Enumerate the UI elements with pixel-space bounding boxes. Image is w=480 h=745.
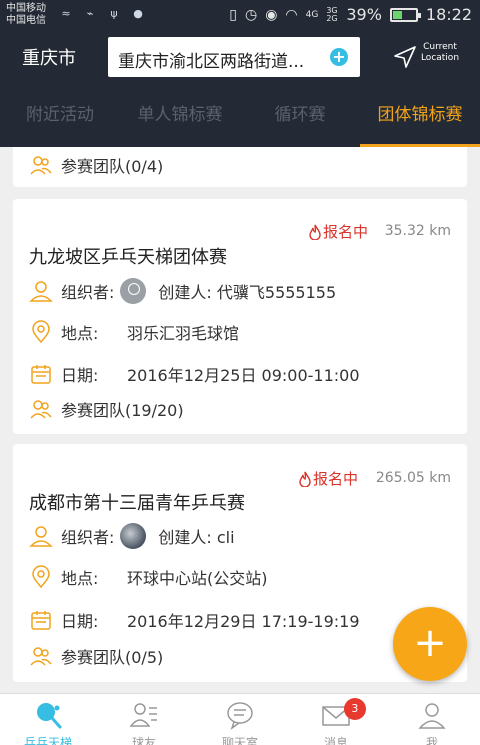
nav-label: 乒乓天梯: [23, 736, 72, 745]
calendar-icon: [31, 365, 51, 384]
current-location-label: Current Location: [420, 42, 460, 63]
event-card[interactable]: 报名中 35.32 km 九龙坡区乒乓天梯团体赛 组织者: 创建人: 代骥飞55…: [13, 199, 467, 434]
nav-label: 球友: [131, 736, 156, 745]
pingpong-icon: [37, 703, 62, 729]
place-value: 环球中心站(公交站): [127, 569, 268, 588]
app-notification-icon: ⌁: [86, 7, 94, 20]
vibrate-icon: ▯: [229, 6, 237, 23]
app-badge-icon: ●: [133, 7, 143, 20]
teams-row: 参赛团队(0/4): [29, 153, 163, 177]
event-title: 成都市第十三届青年乒乓赛: [29, 493, 245, 514]
place-value: 羽乐汇羽毛球馆: [127, 324, 240, 343]
bottom-navigation: 乒乓天梯 球友 聊天室 3 消息 我: [0, 693, 480, 745]
creator-name: 创建人: cli: [158, 528, 235, 547]
tab-round-robin[interactable]: 循环赛: [240, 84, 360, 147]
flame-icon: [299, 471, 311, 487]
tab-nearby-activities[interactable]: 附近活动: [0, 84, 120, 147]
location-pin-icon: [32, 320, 50, 344]
app-header: 重庆市 重庆市渝北区两路街道... + Current Location: [0, 30, 480, 84]
team-icon: [30, 400, 52, 419]
battery-percent: 39%: [346, 5, 382, 24]
address-text: 重庆市渝北区两路街道...: [118, 52, 305, 72]
flame-icon: [309, 224, 321, 240]
nav-me[interactable]: 我: [384, 694, 480, 745]
nav-label: 消息: [323, 736, 348, 745]
navigation-arrow-icon: [394, 46, 416, 68]
network-3g-label: 3G 2G: [326, 5, 338, 23]
teams-row: 参赛团队(19/20): [29, 397, 184, 421]
notification-icons: ≈ ⌁ ψ ●: [58, 6, 146, 22]
place-label: 地点:: [61, 324, 99, 343]
nav-friends[interactable]: 球友: [96, 694, 192, 745]
date-value: 2016年12月25日 09:00-11:00: [127, 366, 360, 385]
date-label: 日期:: [61, 612, 99, 631]
wifi-icon: ◠: [285, 6, 298, 23]
event-title: 九龙坡区乒乓天梯团体赛: [29, 247, 227, 268]
unread-badge: 3: [343, 698, 366, 720]
avatar: [120, 278, 147, 304]
date-row: 日期: 2016年12月25日 09:00-11:00: [29, 362, 449, 386]
create-event-button[interactable]: +: [393, 607, 467, 681]
alarm-icon: ◷: [244, 6, 258, 23]
network-4g-label: 4G: [305, 9, 319, 20]
place-row: 地点: 羽乐汇羽毛球馆: [29, 320, 449, 344]
tab-single-championship[interactable]: 单人锦标赛: [120, 84, 240, 147]
friends-icon: [129, 703, 157, 727]
teams-count: 参赛团队(19/20): [61, 401, 184, 420]
status-right: ▯ ◷ ◉ ◠ 4G 3G 2G 39% 18:22: [229, 5, 472, 24]
nav-label: 我: [425, 736, 438, 745]
carrier-info: 中国移动 中国电信: [6, 3, 46, 27]
nav-chatroom[interactable]: 聊天室: [192, 694, 288, 745]
nav-pingpong-ladder[interactable]: 乒乓天梯: [0, 694, 96, 745]
team-icon: [30, 156, 52, 175]
nav-label: 聊天室: [221, 736, 258, 745]
date-row: 日期: 2016年12月29日 17:19-19:19: [29, 608, 449, 632]
creator-name: 创建人: 代骥飞5555155: [158, 283, 337, 302]
place-label: 地点:: [61, 569, 99, 588]
date-value: 2016年12月29日 17:19-19:19: [127, 612, 360, 631]
person-icon: [29, 526, 53, 547]
registration-status: 报名中: [309, 221, 368, 242]
team-icon: [30, 647, 52, 666]
place-row: 地点: 环球中心站(公交站): [29, 565, 449, 589]
address-field[interactable]: 重庆市渝北区两路街道... +: [108, 37, 360, 77]
tab-team-championship[interactable]: 团体锦标赛: [360, 84, 480, 147]
battery-icon: [389, 7, 421, 22]
organizer-label: 组织者:: [61, 283, 115, 302]
distance: 35.32 km: [384, 223, 451, 239]
status-bar: 中国移动 中国电信 ≈ ⌁ ψ ● ▯ ◷ ◉ ◠ 4G 3G 2G 39% 1…: [0, 0, 480, 30]
eye-icon: ◉: [265, 6, 278, 23]
carrier-1: 中国移动: [6, 3, 46, 14]
calendar-icon: [31, 611, 51, 630]
clock: 18:22: [425, 5, 472, 24]
nav-messages[interactable]: 3 消息: [288, 694, 384, 745]
organizer-row: 组织者: 创建人: cli: [29, 523, 235, 549]
city-selector[interactable]: 重庆市: [22, 44, 76, 70]
carrier-2: 中国电信: [6, 15, 46, 26]
event-card[interactable]: 参赛团队(0/4): [13, 147, 467, 187]
person-icon: [418, 703, 446, 729]
date-label: 日期:: [61, 366, 99, 385]
teams-row: 参赛团队(0/5): [29, 644, 163, 668]
chat-icon: [227, 702, 253, 730]
organizer-row: 组织者: 创建人: 代骥飞5555155: [29, 278, 336, 304]
organizer-label: 组织者:: [61, 528, 115, 547]
teams-count: 参赛团队(0/4): [61, 157, 164, 176]
add-location-button[interactable]: +: [330, 48, 348, 66]
tab-bar: 附近活动 单人锦标赛 循环赛 团体锦标赛: [0, 84, 480, 147]
avatar: [120, 523, 147, 549]
signal-wave-icon: ≈: [61, 7, 71, 20]
location-pin-icon: [32, 565, 50, 589]
distance: 265.05 km: [375, 470, 451, 486]
teams-count: 参赛团队(0/5): [61, 648, 164, 667]
person-icon: [29, 281, 53, 302]
registration-status: 报名中: [299, 468, 358, 489]
usb-icon: ψ: [110, 7, 118, 20]
current-location-button[interactable]: Current Location: [392, 42, 472, 72]
